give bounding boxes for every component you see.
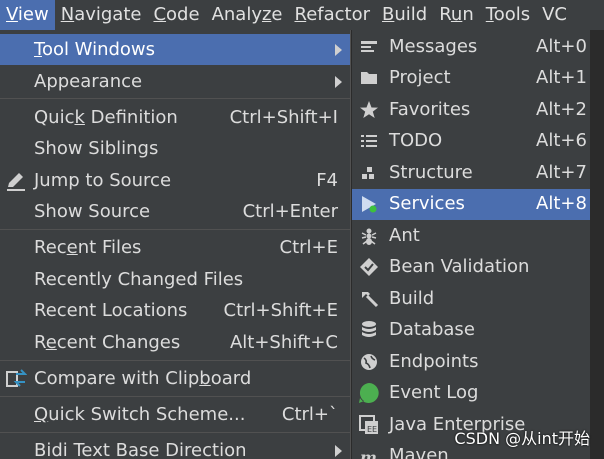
hammer-icon xyxy=(358,288,380,310)
tool-window-todo[interactable]: TODO Alt+6 xyxy=(352,126,590,157)
compare-clipboard-icon xyxy=(4,367,28,391)
star-icon xyxy=(358,99,380,121)
menu-item-recent-changes[interactable]: Recent Changes Alt+Shift+C xyxy=(0,327,350,358)
globe-icon xyxy=(358,351,380,373)
database-icon xyxy=(358,319,380,341)
menu-item-quick-definition[interactable]: Quick Definition Ctrl+Shift+I xyxy=(0,102,350,133)
submenu-arrow-icon xyxy=(335,75,342,88)
tool-window-event-log[interactable]: Event Log xyxy=(352,378,590,409)
svg-text:m: m xyxy=(360,448,377,459)
menu-separator xyxy=(0,432,350,433)
view-menu: Tool Windows Appearance Quick Definition… xyxy=(0,30,351,459)
svg-text:EE: EE xyxy=(367,425,377,434)
folder-icon xyxy=(358,67,380,89)
services-icon xyxy=(358,193,380,215)
messages-icon xyxy=(358,36,380,58)
tool-window-favorites[interactable]: Favorites Alt+2 xyxy=(352,95,590,126)
menu-bar: View Navigate Code Analyze Refactor Buil… xyxy=(0,0,604,30)
tool-window-messages[interactable]: Messages Alt+0 xyxy=(352,32,590,63)
menu-code[interactable]: Code xyxy=(147,0,205,30)
structure-icon xyxy=(358,162,380,184)
menu-refactor[interactable]: Refactor xyxy=(289,0,377,30)
submenu-arrow-icon xyxy=(335,43,342,56)
tool-window-endpoints[interactable]: Endpoints xyxy=(352,347,590,378)
tool-window-build[interactable]: Build xyxy=(352,284,590,315)
menu-separator xyxy=(0,360,350,361)
menu-separator xyxy=(0,98,350,99)
menu-item-appearance[interactable]: Appearance xyxy=(0,66,350,97)
tool-window-ant[interactable]: Ant xyxy=(352,221,590,252)
menu-item-quick-switch-scheme[interactable]: Quick Switch Scheme... Ctrl+` xyxy=(0,399,350,430)
menu-analyze[interactable]: Analyze xyxy=(206,0,289,30)
tool-window-services[interactable]: Services Alt+8 xyxy=(352,189,590,220)
menu-item-compare-with-clipboard[interactable]: Compare with Clipboard xyxy=(0,363,350,394)
menu-item-bidi-text-base-direction[interactable]: Bidi Text Base Direction xyxy=(0,435,350,459)
tool-window-project[interactable]: Project Alt+1 xyxy=(352,63,590,94)
tool-window-database[interactable]: Database xyxy=(352,315,590,346)
menu-item-tool-windows[interactable]: Tool Windows xyxy=(0,34,350,65)
pencil-icon xyxy=(4,169,28,193)
menu-item-recent-files[interactable]: Recent Files Ctrl+E xyxy=(0,232,350,263)
menu-navigate[interactable]: Navigate xyxy=(55,0,148,30)
bean-validation-icon xyxy=(358,256,380,278)
event-log-icon xyxy=(358,382,380,404)
ant-icon xyxy=(358,225,380,247)
maven-icon: m xyxy=(358,445,380,459)
menu-item-recent-locations[interactable]: Recent Locations Ctrl+Shift+E xyxy=(0,295,350,326)
menu-item-show-siblings[interactable]: Show Siblings xyxy=(0,133,350,164)
menu-view[interactable]: View xyxy=(0,0,55,30)
watermark: CSDN @从int开始 xyxy=(454,429,590,448)
tool-windows-submenu: Messages Alt+0 Project Alt+1 Favorites A… xyxy=(351,30,604,459)
submenu-arrow-icon xyxy=(335,444,342,457)
menu-tools[interactable]: Tools xyxy=(480,0,536,30)
menu-vcs[interactable]: VC xyxy=(536,0,573,30)
menu-item-show-source[interactable]: Show Source Ctrl+Enter xyxy=(0,196,350,227)
list-icon xyxy=(358,130,380,152)
java-enterprise-icon: EE xyxy=(358,414,380,436)
menu-run[interactable]: Run xyxy=(433,0,480,30)
menu-item-jump-to-source[interactable]: Jump to Source F4 xyxy=(0,165,350,196)
editor-gutter xyxy=(590,30,604,459)
menu-item-recently-changed-files[interactable]: Recently Changed Files xyxy=(0,264,350,295)
tool-window-structure[interactable]: Structure Alt+7 xyxy=(352,158,590,189)
menu-build[interactable]: Build xyxy=(376,0,433,30)
tool-window-bean-validation[interactable]: Bean Validation xyxy=(352,252,590,283)
menu-separator xyxy=(0,229,350,230)
menu-separator xyxy=(0,396,350,397)
